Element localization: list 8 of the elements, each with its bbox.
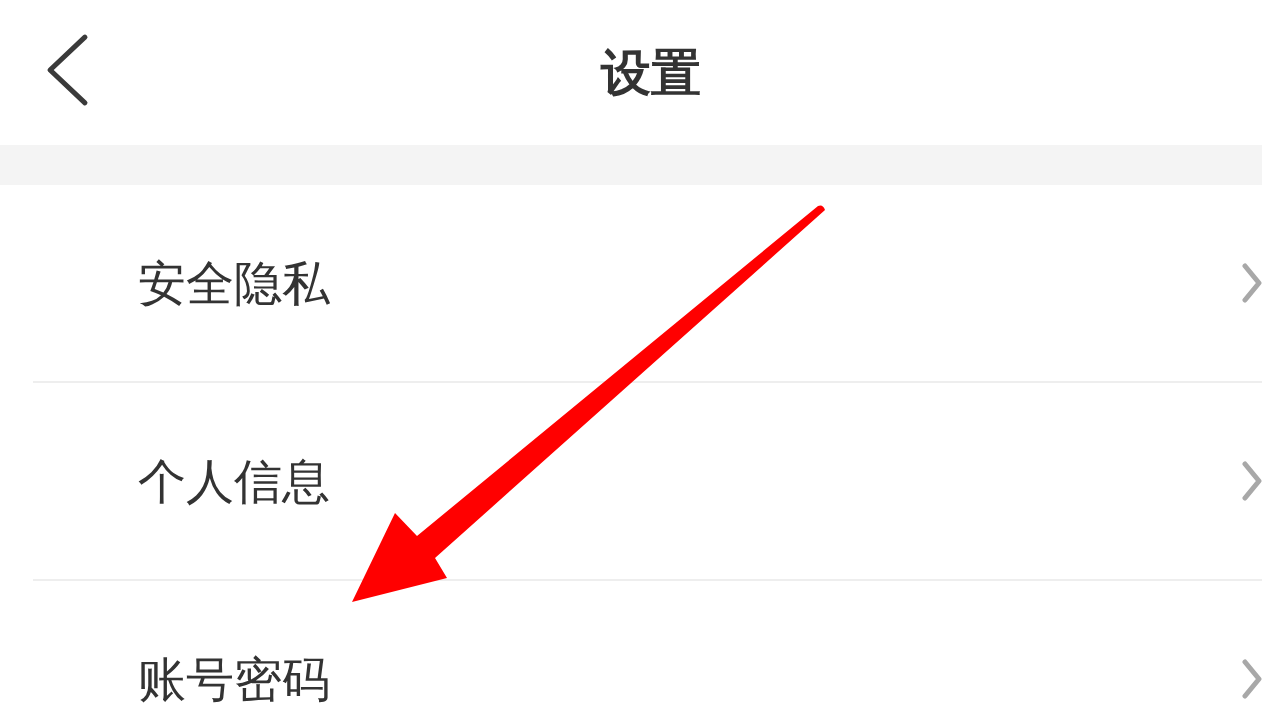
- chevron-right-icon: [1242, 659, 1262, 699]
- settings-row[interactable]: 账号密码: [0, 581, 1262, 708]
- chevron-right-icon: [1242, 263, 1262, 303]
- back-icon: [45, 33, 89, 107]
- page-title: 设置: [601, 47, 701, 98]
- settings-row[interactable]: 安全隐私: [0, 185, 1262, 381]
- chevron-right-icon: [1242, 461, 1262, 501]
- settings-row[interactable]: 个人信息: [0, 383, 1262, 579]
